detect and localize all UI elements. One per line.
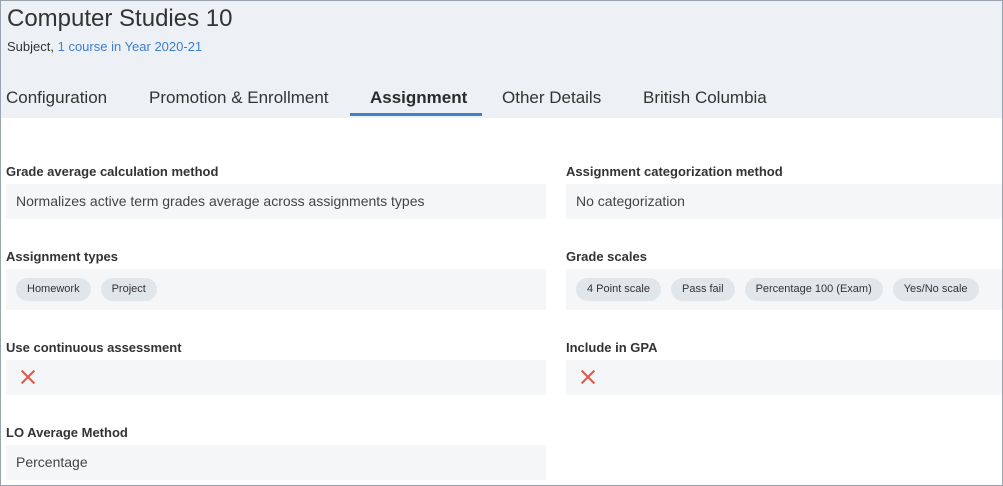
grade-scales-list: 4 Point scale Pass fail Percentage 100 (… [566, 269, 1002, 310]
continuous-assessment-label: Use continuous assessment [6, 340, 182, 355]
assignment-type-chip: Homework [16, 278, 91, 301]
page-title: Computer Studies 10 [7, 5, 233, 32]
course-count-link[interactable]: 1 course in Year 2020-21 [58, 39, 203, 54]
grade-scales-label: Grade scales [566, 249, 647, 264]
tab-bar: Configuration Promotion & Enrollment Ass… [0, 80, 1001, 116]
close-icon [20, 369, 36, 385]
lo-average-value: Percentage [6, 445, 546, 480]
grade-scale-chip: Percentage 100 (Exam) [744, 278, 883, 301]
include-gpa-label: Include in GPA [566, 340, 658, 355]
grade-average-value: Normalizes active term grades average ac… [6, 184, 546, 219]
tab-british-columbia[interactable]: British Columbia [643, 80, 767, 116]
assignment-types-label: Assignment types [6, 249, 118, 264]
tab-promotion-enrollment[interactable]: Promotion & Enrollment [149, 80, 329, 116]
grade-scale-chip: 4 Point scale [576, 278, 661, 301]
assignment-types-list: Homework Project [6, 269, 546, 310]
close-icon [580, 369, 596, 385]
assignment-type-chip: Project [100, 278, 157, 301]
page-subtitle: Subject, 1 course in Year 2020-21 [7, 39, 202, 54]
assignment-categorization-label: Assignment categorization method [566, 164, 783, 179]
subtitle-prefix: Subject, [7, 39, 54, 54]
tab-other-details[interactable]: Other Details [502, 80, 601, 116]
assignment-categorization-value: No categorization [566, 184, 1002, 219]
grade-scale-chip: Pass fail [670, 278, 735, 301]
continuous-assessment-value [6, 360, 546, 395]
include-gpa-value [566, 360, 1002, 395]
grade-scale-chip: Yes/No scale [892, 278, 979, 301]
grade-average-label: Grade average calculation method [6, 164, 219, 179]
tab-configuration[interactable]: Configuration [6, 80, 107, 116]
tab-assignment[interactable]: Assignment [370, 80, 467, 116]
active-tab-indicator [350, 113, 482, 116]
lo-average-label: LO Average Method [6, 425, 128, 440]
